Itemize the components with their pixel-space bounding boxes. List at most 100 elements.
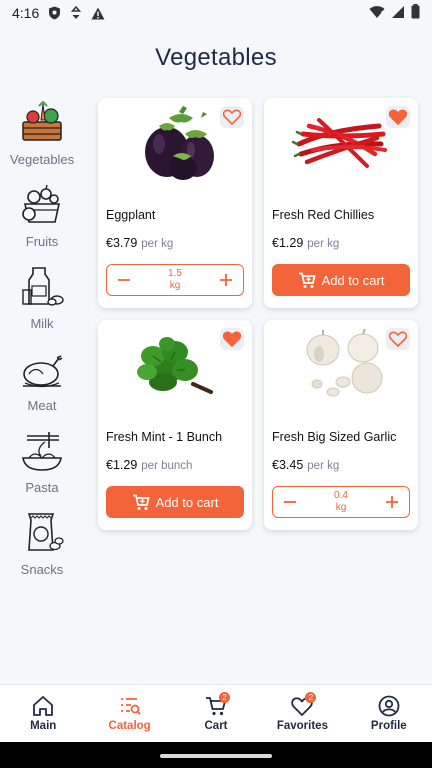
- price-value: €3.79: [106, 236, 138, 250]
- nav-profile[interactable]: Profile: [346, 685, 432, 742]
- price-value: €3.45: [272, 458, 304, 472]
- sidebar-item-label: Meat: [27, 398, 57, 413]
- quantity-value: 1.5: [168, 268, 182, 279]
- catalog-icon: [120, 698, 141, 715]
- mint-bunch-image: [137, 337, 213, 394]
- product-name: Fresh Mint - 1 Bunch: [106, 430, 223, 444]
- price-value: €1.29: [106, 458, 138, 472]
- product-card-mint[interactable]: Fresh Mint - 1 Bunch €1.29 per bunch Add …: [98, 320, 252, 530]
- page-title: Vegetables: [155, 44, 277, 71]
- price-value: €1.29: [272, 236, 304, 250]
- nav-label: Profile: [370, 720, 407, 732]
- status-bar: 4:16: [0, 0, 432, 26]
- minus-icon: [284, 501, 296, 503]
- sidebar-item-label: Pasta: [25, 480, 59, 495]
- price-unit: per kg: [307, 460, 340, 472]
- plus-icon: [220, 274, 232, 286]
- nav-label: Favorites: [276, 720, 328, 732]
- snacks-bag-icon: [27, 513, 64, 551]
- plus-icon: [386, 496, 398, 508]
- data-saver-icon: [69, 6, 83, 20]
- heart-filled-icon: [389, 109, 407, 125]
- product-price: €3.79 per kg: [106, 236, 173, 250]
- increase-button[interactable]: [383, 493, 401, 511]
- add-to-cart-button[interactable]: Add to cart: [272, 264, 410, 296]
- sidebar-item-pasta[interactable]: Pasta: [0, 424, 84, 506]
- sidebar-item-snacks[interactable]: Snacks: [0, 506, 84, 588]
- vegetables-basket-icon: [22, 100, 62, 141]
- sidebar-item-fruits[interactable]: Fruits: [0, 178, 84, 260]
- battery-icon: [411, 4, 420, 22]
- favorite-button[interactable]: [386, 328, 410, 350]
- signal-icon: [391, 5, 405, 22]
- sidebar-item-label: Snacks: [20, 562, 64, 577]
- quantity-unit: kg: [169, 280, 181, 291]
- quantity-stepper: 0.4 kg: [272, 486, 410, 518]
- cart-icon: [298, 272, 316, 288]
- wifi-icon: [369, 5, 385, 22]
- quantity-stepper: 1.5 kg: [106, 264, 244, 296]
- home-gesture-handle[interactable]: [160, 754, 272, 758]
- product-card-garlic[interactable]: Fresh Big Sized Garlic €3.45 per kg 0.4 kg: [264, 320, 418, 530]
- heart-outline-icon: [223, 109, 241, 125]
- nav-label: Main: [30, 720, 57, 732]
- increase-button[interactable]: [217, 271, 235, 289]
- quantity-display: 1.5 kg: [168, 268, 182, 292]
- fruits-basket-icon: [22, 184, 60, 223]
- cart-icon: [132, 494, 150, 510]
- sidebar-item-label: Fruits: [25, 234, 59, 249]
- roast-chicken-icon: [23, 355, 63, 388]
- quantity-value: 0.4: [334, 490, 348, 501]
- nav-catalog[interactable]: Catalog: [86, 685, 172, 742]
- category-sidebar: Vegetables Fruits Milk Meat Pasta Snacks: [0, 96, 84, 588]
- bottom-nav: Main Catalog 2 Cart 2 Favorites Profile: [0, 684, 432, 742]
- price-unit: per kg: [141, 238, 174, 250]
- milk-icon: [22, 267, 64, 306]
- heart-outline-icon: [389, 331, 407, 347]
- profile-icon: [378, 695, 400, 717]
- red-chillies-image: [291, 118, 387, 168]
- sidebar-item-meat[interactable]: Meat: [0, 342, 84, 424]
- warning-icon: [91, 6, 105, 20]
- shield-icon: [47, 6, 61, 20]
- add-to-cart-label: Add to cart: [155, 494, 219, 510]
- product-card-eggplant[interactable]: Eggplant €3.79 per kg 1.5 kg: [98, 98, 252, 308]
- favorite-button[interactable]: [220, 106, 244, 128]
- status-time: 4:16: [12, 5, 40, 21]
- nav-label: Catalog: [108, 720, 151, 732]
- eggplant-image: [145, 106, 214, 180]
- nav-label: Cart: [204, 720, 228, 732]
- sidebar-item-milk[interactable]: Milk: [0, 260, 84, 342]
- nav-cart[interactable]: 2 Cart: [173, 685, 259, 742]
- product-price: €3.45 per kg: [272, 458, 339, 472]
- product-name: Fresh Big Sized Garlic: [272, 430, 397, 444]
- system-navigation-bar: [0, 742, 432, 768]
- garlic-image: [306, 328, 383, 397]
- quantity-unit: kg: [335, 502, 347, 513]
- decrease-button[interactable]: [115, 271, 133, 289]
- sidebar-item-label: Vegetables: [9, 152, 75, 167]
- minus-icon: [118, 279, 130, 281]
- add-to-cart-label: Add to cart: [321, 272, 385, 288]
- add-to-cart-button[interactable]: Add to cart: [106, 486, 244, 518]
- nav-main[interactable]: Main: [0, 685, 86, 742]
- product-price: €1.29 per kg: [272, 236, 339, 250]
- favorite-button[interactable]: [220, 328, 244, 350]
- cart-badge: 2: [219, 692, 231, 703]
- home-icon: [33, 696, 54, 716]
- nav-favorites[interactable]: 2 Favorites: [259, 685, 345, 742]
- sidebar-item-label: Milk: [30, 316, 54, 331]
- favorites-badge: 2: [305, 692, 317, 703]
- price-unit: per bunch: [141, 460, 193, 472]
- quantity-display: 0.4 kg: [334, 490, 348, 514]
- sidebar-item-vegetables[interactable]: Vegetables: [0, 96, 84, 178]
- pasta-icon: [22, 432, 62, 471]
- favorite-button[interactable]: [386, 106, 410, 128]
- product-name: Eggplant: [106, 208, 156, 222]
- product-card-red-chillies[interactable]: Fresh Red Chillies €1.29 per kg Add to ca…: [264, 98, 418, 308]
- product-price: €1.29 per bunch: [106, 458, 192, 472]
- product-name: Fresh Red Chillies: [272, 208, 375, 222]
- price-unit: per kg: [307, 238, 340, 250]
- heart-filled-icon: [223, 331, 241, 347]
- decrease-button[interactable]: [281, 493, 299, 511]
